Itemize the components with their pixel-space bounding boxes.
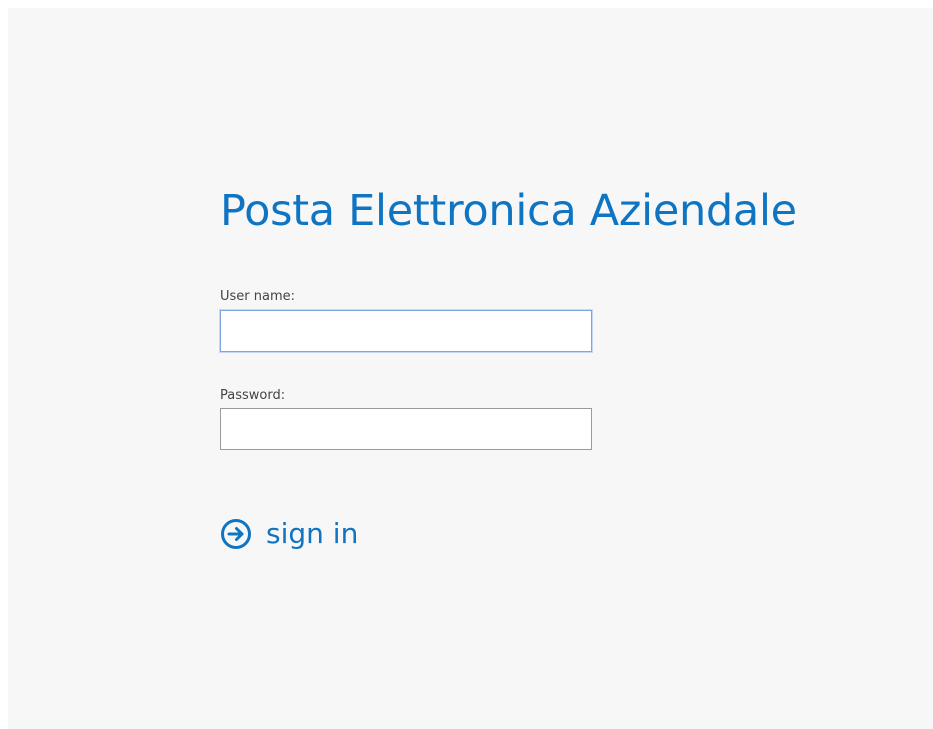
page-title: Posta Elettronica Aziendale	[220, 186, 797, 236]
arrow-circle-right-icon	[221, 518, 251, 549]
sign-in-label: sign in	[266, 517, 359, 550]
username-input[interactable]	[220, 310, 592, 352]
username-label: User name:	[220, 289, 296, 304]
login-page: Posta Elettronica Aziendale User name: P…	[8, 8, 933, 729]
password-input[interactable]	[220, 408, 592, 450]
password-label: Password:	[220, 388, 286, 403]
sign-in-button[interactable]: sign in	[220, 517, 358, 550]
